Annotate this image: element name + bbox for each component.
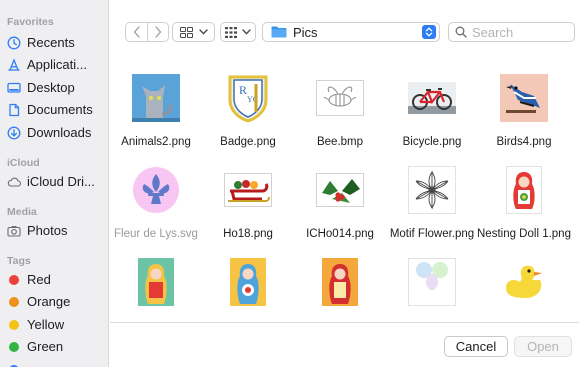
badge-image-icon: R YC (224, 74, 272, 122)
clock-icon (7, 36, 21, 50)
sidebar-section-media: Media (7, 206, 37, 218)
sidebar-item-desktop[interactable]: Desktop (0, 77, 108, 98)
file-item-pastel[interactable] (386, 242, 478, 322)
pastel-shapes-image-icon (408, 258, 456, 306)
holly-image-icon (316, 166, 364, 214)
file-item-icho014[interactable]: ICHo014.png (294, 150, 386, 240)
sidebar-item-label: Yellow (27, 317, 65, 332)
camera-icon (7, 224, 21, 238)
applications-icon (7, 57, 21, 72)
sidebar-item-photos[interactable]: Photos (0, 220, 108, 241)
nesting-doll-image-icon (500, 166, 548, 214)
flower-outline-image-icon (408, 166, 456, 214)
cat-image-icon (132, 74, 180, 122)
chevron-down-icon (242, 29, 251, 35)
file-item-duck[interactable] (478, 242, 570, 322)
sidebar-tag-green[interactable]: Green (0, 336, 108, 357)
nesting-doll-image-icon (316, 258, 364, 306)
dialog-footer: Cancel Open (110, 322, 579, 368)
tag-color-dot (7, 363, 21, 367)
sidebar: Favorites Recents Applicati... Desktop D… (0, 0, 109, 367)
location-name: Pics (293, 24, 318, 40)
chevron-right-icon (154, 26, 161, 38)
tag-color-dot (7, 273, 21, 287)
sidebar-item-label: Downloads (27, 125, 92, 140)
folder-icon (271, 26, 287, 38)
duck-image-icon (500, 258, 548, 306)
file-name: Birds4.png (496, 136, 552, 148)
fleur-de-lys-image-icon (132, 166, 180, 214)
desktop-icon (7, 81, 21, 95)
group-by-button[interactable] (220, 22, 256, 42)
view-mode-button[interactable] (172, 22, 215, 42)
location-stepper (422, 25, 436, 39)
sidebar-item-recents[interactable]: Recents (0, 32, 108, 53)
sidebar-item-icloud-drive[interactable]: iCloud Dri... (0, 171, 108, 192)
sidebar-item-label: Documents (27, 102, 93, 117)
sidebar-tag-yellow[interactable]: Yellow (0, 314, 108, 335)
tag-color-dot (7, 318, 21, 332)
sidebar-item-documents[interactable]: Documents (0, 99, 108, 120)
chevron-down-icon (198, 29, 208, 35)
nesting-doll-image-icon (132, 258, 180, 306)
sleigh-image-icon (224, 166, 272, 214)
sidebar-section-icloud: iCloud (7, 157, 40, 169)
sidebar-tag-orange[interactable]: Orange (0, 291, 108, 312)
document-icon (7, 103, 21, 117)
file-item-animals2[interactable]: Animals2.png (110, 58, 202, 148)
group-grid-icon (225, 26, 237, 38)
sidebar-item-label: Recents (27, 35, 75, 50)
bee-image-icon (316, 74, 364, 122)
sidebar-tag-red[interactable]: Red (0, 269, 108, 290)
sidebar-item-label: iCloud Dri... (27, 174, 95, 189)
cancel-button[interactable]: Cancel (444, 336, 508, 357)
search-icon (455, 26, 467, 38)
toolbar: Pics (110, 0, 579, 58)
sidebar-item-label: Red (27, 272, 51, 287)
sidebar-section-favorites: Favorites (7, 16, 54, 28)
open-button[interactable]: Open (514, 336, 572, 357)
tag-color-dot (7, 295, 21, 309)
sidebar-item-downloads[interactable]: Downloads (0, 122, 108, 143)
search-field (448, 22, 575, 42)
tag-color-dot (7, 340, 21, 354)
sidebar-item-label: Green (27, 339, 64, 354)
file-item-birds4[interactable]: Birds4.png (478, 58, 570, 148)
file-item-ho18[interactable]: Ho18.png (202, 150, 294, 240)
sidebar-item-label: Photos (27, 223, 68, 238)
file-item-doll-4[interactable] (294, 242, 386, 322)
back-forward-control (125, 22, 169, 42)
download-icon (7, 126, 21, 140)
back-button[interactable] (126, 23, 147, 41)
sidebar-item-applications[interactable]: Applicati... (0, 54, 108, 75)
sidebar-tag-partial[interactable] (0, 359, 108, 367)
sidebar-section-tags: Tags (7, 255, 31, 267)
nesting-doll-image-icon (224, 258, 272, 306)
file-item-doll-2[interactable] (110, 242, 202, 322)
location-popup[interactable]: Pics (262, 22, 440, 42)
file-item-badge[interactable]: R YC Badge.png (202, 58, 294, 148)
sidebar-item-label: Applicati... (27, 57, 87, 72)
file-item-nesting-doll-1[interactable]: Nesting Doll 1.png (477, 150, 571, 240)
file-item-bee[interactable]: Bee.bmp (294, 58, 386, 148)
search-input[interactable] (472, 24, 567, 40)
bicycle-image-icon (408, 74, 456, 122)
cloud-icon (7, 175, 21, 189)
sidebar-item-label: Orange (27, 294, 71, 309)
file-grid: Animals2.png R YC Badge.png Bee.bmp Bicyc… (110, 58, 579, 322)
bird-image-icon (500, 74, 548, 122)
file-item-doll-3[interactable] (202, 242, 294, 322)
up-down-chevron-icon (425, 27, 433, 37)
chevron-left-icon (133, 26, 140, 38)
file-name: Nesting Doll 1.png (477, 228, 571, 240)
forward-button[interactable] (147, 23, 168, 41)
sidebar-item-label: Desktop (27, 80, 75, 95)
file-item-motif-flower[interactable]: Motif Flower.png (386, 150, 478, 240)
icon-grid-icon (179, 26, 193, 38)
file-item-fleur-de-lys[interactable]: Fleur de Lys.svg (110, 150, 202, 240)
file-item-bicycle[interactable]: Bicycle.png (386, 58, 478, 148)
svg-text:R: R (239, 83, 247, 97)
